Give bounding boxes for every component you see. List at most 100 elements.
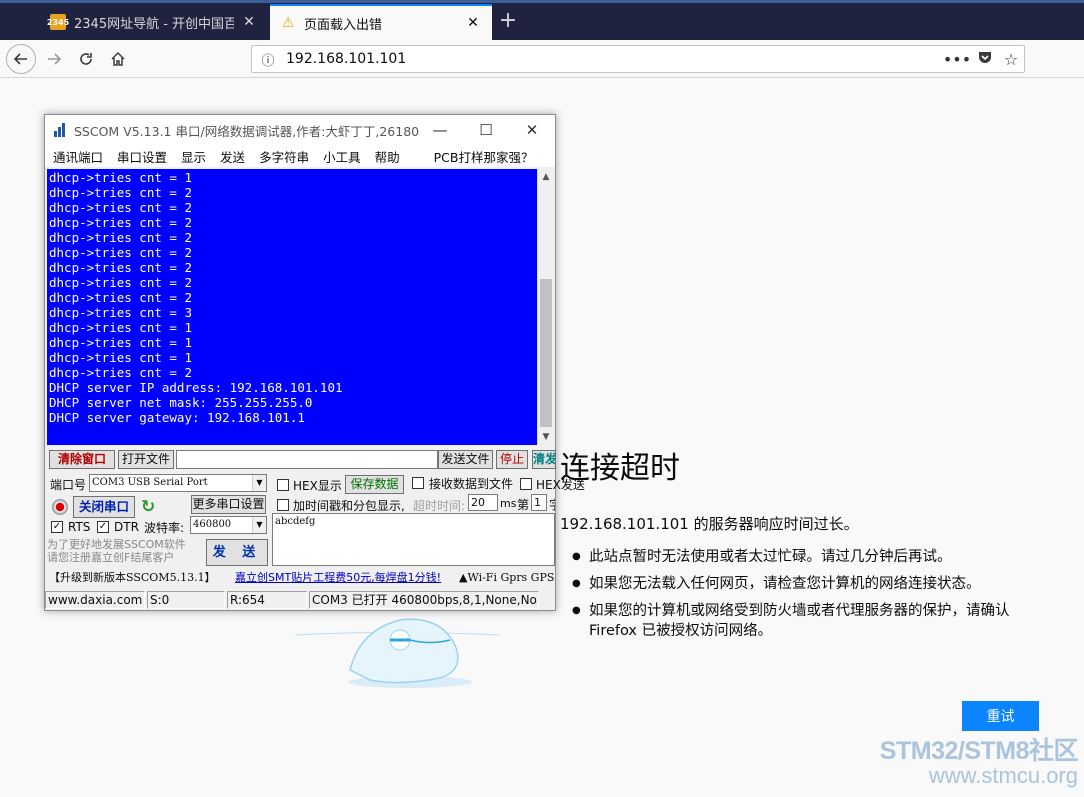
- dtr-checkbox[interactable]: ✓: [97, 521, 109, 533]
- console-line: dhcp->tries cnt = 2: [49, 185, 192, 200]
- port-select[interactable]: COM3 USB Serial Port ▼: [89, 474, 267, 492]
- smt-ad-link[interactable]: 嘉立创SMT贴片工程费50元,每焊盘1分钱!: [235, 570, 441, 586]
- clear-window-button[interactable]: 清除窗口: [49, 450, 115, 469]
- tab-title: 2345网址导航 - 开创中国百年品牌: [74, 16, 234, 32]
- byte-index-input[interactable]: 1: [531, 494, 547, 511]
- tab-page-load-error[interactable]: ⚠ 页面载入出错 ✕: [270, 4, 492, 40]
- console-line: DHCP server net mask: 255.255.255.0: [49, 395, 313, 410]
- menu-multi-string[interactable]: 多字符串: [259, 147, 309, 166]
- back-arrow-icon: [13, 53, 27, 65]
- timeout-illustration: [294, 618, 501, 688]
- baud-select-value: 460800: [193, 519, 232, 530]
- tab-bar: 2345 2345网址导航 - 开创中国百年品牌 ✕ ⚠ 页面载入出错 ✕ +: [0, 0, 1084, 40]
- suggestion-item: 如果您无法载入任何网页，请检查您计算机的网络连接状态。: [572, 574, 1042, 594]
- rts-checkbox[interactable]: ✓: [51, 521, 63, 533]
- register-promo[interactable]: 为了更好地发展SSCOM软件 请您注册嘉立创F结尾客户: [47, 538, 207, 564]
- receive-console[interactable]: dhcp->tries cnt = 1 dhcp->tries cnt = 2 dh…: [47, 169, 537, 445]
- refresh-port-icon[interactable]: ↻: [141, 497, 155, 517]
- receive-to-file-checkbox[interactable]: [412, 477, 424, 489]
- address-bar[interactable]: ⓘ 192.168.101.101 ••• ☆: [251, 45, 1025, 73]
- menu-pcb-ad[interactable]: PCB打样那家强？: [434, 147, 534, 166]
- warning-icon: ⚠: [281, 15, 295, 31]
- scroll-up-icon[interactable]: ▲: [538, 169, 554, 185]
- suggestion-item: 如果您的计算机或网络受到防火墙或者代理服务器的保护，请确认 Firefox 已被…: [572, 601, 1042, 641]
- close-tab-icon[interactable]: ✕: [464, 15, 482, 31]
- back-button[interactable]: [6, 44, 36, 74]
- wifi-ad-link[interactable]: ▲Wi-Fi Gprs GPS: [459, 570, 554, 586]
- send-file-button[interactable]: 发送文件: [438, 450, 493, 469]
- console-line: dhcp->tries cnt = 2: [49, 290, 192, 305]
- watermark: STM32/STM8社区 www.stmcu.org: [846, 737, 1079, 787]
- sscom-menubar: 通讯端口 串口设置 显示 发送 多字符串 小工具 帮助 PCB打样那家强？: [45, 145, 555, 167]
- menu-tools[interactable]: 小工具: [323, 147, 361, 166]
- chevron-down-icon: ▼: [252, 475, 266, 491]
- send-text-input[interactable]: abcdefg: [272, 513, 555, 566]
- console-line: dhcp->tries cnt = 2: [49, 230, 192, 245]
- close-tab-icon[interactable]: ✕: [240, 14, 258, 30]
- timestamp-checkbox[interactable]: [277, 499, 289, 511]
- menu-send[interactable]: 发送: [220, 147, 245, 166]
- url-text[interactable]: 192.168.101.101: [280, 51, 942, 67]
- retry-button[interactable]: 重试: [962, 701, 1039, 731]
- clear-send-button[interactable]: 清发: [532, 450, 556, 469]
- hex-send-label: HEX发送: [536, 478, 585, 492]
- error-description: 192.168.101.101 的服务器响应时间过长。: [560, 515, 859, 533]
- suggestion-item: 此站点暂时无法使用或者太过忙碌。请过几分钟后再试。: [572, 547, 1042, 567]
- open-file-button[interactable]: 打开文件: [118, 450, 174, 469]
- close-port-button[interactable]: 关闭串口: [73, 496, 135, 518]
- scroll-thumb[interactable]: [540, 279, 552, 427]
- error-suggestions: 此站点暂时无法使用或者太过忙碌。请过几分钟后再试。 如果您无法载入任何网页，请检…: [572, 547, 1042, 648]
- menu-comm-port[interactable]: 通讯端口: [53, 147, 103, 166]
- byte-prefix-label: 第: [517, 498, 530, 512]
- baud-select[interactable]: 460800 ▼: [190, 516, 267, 534]
- sscom-titlebar[interactable]: SSCOM V5.13.1 串口/网络数据调试器,作者:大虾丁丁,2618058…: [45, 115, 555, 145]
- baud-label: 波特率:: [144, 521, 185, 535]
- more-port-settings-button[interactable]: 更多串口设置: [191, 495, 266, 514]
- ms-label: ms: [500, 497, 517, 510]
- hex-display-checkbox[interactable]: [277, 479, 289, 491]
- receive-to-file-label: 接收数据到文件: [429, 477, 514, 491]
- page-actions-icon[interactable]: •••: [942, 50, 972, 69]
- timestamp-label: 加时间戳和分包显示,: [293, 499, 405, 513]
- scroll-down-icon[interactable]: ▼: [538, 429, 554, 445]
- reload-button[interactable]: [72, 45, 100, 73]
- file-path-input[interactable]: [176, 450, 438, 469]
- status-site[interactable]: www.daxia.com: [45, 591, 145, 609]
- console-line: DHCP server gateway: 192.168.101.1: [49, 410, 305, 425]
- register-promo-line: 请您注册嘉立创F结尾客户: [47, 551, 175, 564]
- reload-icon: [80, 53, 92, 65]
- timeout-input[interactable]: 20: [468, 494, 498, 511]
- watermark-main: STM32/STM8社区: [879, 737, 1079, 765]
- console-line: dhcp->tries cnt = 1: [49, 170, 192, 185]
- close-icon[interactable]: ✕: [509, 115, 555, 145]
- site-info-icon[interactable]: ⓘ: [256, 50, 280, 69]
- home-button[interactable]: [104, 45, 132, 73]
- status-received: R:654: [227, 591, 307, 609]
- menu-display[interactable]: 显示: [181, 147, 206, 166]
- menu-serial-settings[interactable]: 串口设置: [117, 147, 167, 166]
- console-line: dhcp->tries cnt = 1: [49, 335, 192, 350]
- hex-send-checkbox[interactable]: [520, 478, 532, 490]
- status-sent: S:0: [147, 591, 225, 609]
- chevron-down-icon: ▼: [252, 517, 266, 533]
- save-data-button[interactable]: 保存数据: [345, 475, 404, 494]
- pocket-icon[interactable]: [972, 50, 998, 68]
- menu-help[interactable]: 帮助: [375, 147, 400, 166]
- console-line: dhcp->tries cnt = 1: [49, 350, 192, 365]
- forward-button[interactable]: [40, 45, 68, 73]
- status-bar: www.daxia.com S:0 R:654 COM3 已打开 460800b…: [45, 590, 555, 610]
- minimize-icon[interactable]: —: [417, 115, 463, 145]
- upgrade-link[interactable]: 【升级到新版本SSCOM5.13.1】: [49, 570, 216, 586]
- tab-2345-nav[interactable]: 2345 2345网址导航 - 开创中国百年品牌 ✕: [40, 4, 268, 40]
- dtr-label: DTR: [114, 520, 139, 534]
- maximize-icon[interactable]: ☐: [463, 115, 509, 145]
- console-scrollbar[interactable]: ▲ ▼: [537, 169, 553, 445]
- stop-button[interactable]: 停止: [496, 450, 528, 469]
- send-button[interactable]: 发 送: [206, 539, 268, 566]
- tab-title: 页面载入出错: [304, 17, 383, 33]
- console-line: dhcp->tries cnt = 2: [49, 215, 192, 230]
- rts-label: RTS: [68, 520, 91, 534]
- bookmark-star-icon[interactable]: ☆: [998, 50, 1024, 69]
- sscom-title: SSCOM V5.13.1 串口/网络数据调试器,作者:大虾丁丁,2618058…: [74, 123, 419, 139]
- new-tab-button[interactable]: +: [496, 8, 520, 36]
